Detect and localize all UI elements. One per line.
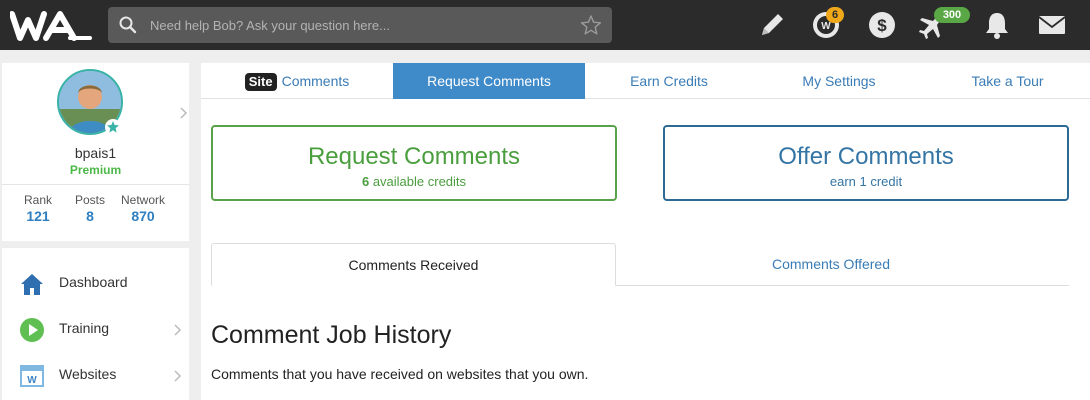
tab-label: Comments — [281, 73, 350, 89]
tab-comments-offered[interactable]: Comments Offered — [616, 243, 1046, 286]
page-title: Comment Job History — [211, 321, 452, 349]
star-icon[interactable] — [580, 14, 602, 36]
tab-earn-credits[interactable]: Earn Credits — [585, 63, 753, 99]
stat-label: Network — [120, 193, 165, 207]
stat-value: 121 — [26, 208, 50, 224]
chevron-right-icon — [174, 324, 182, 336]
stat-label: Posts — [74, 193, 105, 207]
site-comments-tabs: Site Comments Request Comments Earn Credi… — [201, 63, 1090, 99]
tab-site-comments[interactable]: Site Comments — [201, 63, 393, 99]
online-star-icon — [105, 119, 121, 135]
credits-count: 6 — [361, 174, 370, 189]
stat-label: Rank — [23, 193, 52, 207]
stat-rank[interactable]: Rank 121 — [9, 193, 67, 224]
stat-posts[interactable]: Posts 8 — [61, 193, 119, 224]
sidebar-item-label: Training — [59, 320, 110, 336]
sidebar-item-label: Dashboard — [59, 274, 128, 290]
tab-take-a-tour[interactable]: Take a Tour — [925, 63, 1090, 99]
wa-points-badge: 6 — [826, 7, 844, 23]
top-bar: W 6 $ 300 — [0, 0, 1090, 50]
request-comments-button[interactable]: Request Comments 6 available credits — [211, 125, 617, 201]
stat-network[interactable]: Network 870 — [114, 193, 172, 224]
play-icon — [20, 318, 44, 342]
sidebar-nav: Dashboard Training W Websites — [2, 248, 189, 400]
page-description: Comments that you have received on websi… — [211, 366, 589, 382]
home-icon — [21, 274, 43, 295]
divider — [2, 184, 189, 185]
pencil-icon[interactable] — [756, 9, 788, 41]
search-bar[interactable] — [108, 7, 612, 43]
website-icon: W — [20, 365, 44, 387]
svg-text:$: $ — [877, 16, 887, 35]
card-title: Offer Comments — [778, 143, 954, 170]
flight-badge: 300 — [934, 7, 970, 23]
sidebar-item-websites[interactable]: W Websites — [2, 353, 189, 399]
sidebar-item-training[interactable]: Training — [2, 307, 189, 353]
chevron-right-icon[interactable] — [178, 107, 188, 119]
offer-comments-button[interactable]: Offer Comments earn 1 credit — [663, 125, 1069, 201]
wa-logo[interactable] — [10, 8, 92, 44]
chevron-right-icon — [174, 370, 182, 382]
search-input[interactable] — [150, 14, 570, 36]
search-icon — [119, 16, 137, 34]
sidebar-item-label: Websites — [59, 366, 117, 382]
bell-icon[interactable] — [981, 9, 1013, 41]
credits-suffix: available credits — [372, 174, 467, 189]
mail-icon[interactable] — [1036, 9, 1068, 41]
available-credits-text: 6 available credits — [213, 174, 615, 189]
main-panel: Site Comments Request Comments Earn Credi… — [201, 63, 1090, 400]
dollar-icon[interactable]: $ — [866, 9, 898, 41]
membership-level: Premium — [69, 163, 122, 177]
card-subtitle: earn 1 credit — [829, 174, 903, 189]
sidebar-item-dashboard[interactable]: Dashboard — [2, 261, 189, 307]
comment-subtabs: Comments Received Comments Offered — [211, 243, 1069, 287]
card-title: Request Comments — [307, 143, 521, 170]
svg-text:W: W — [27, 375, 37, 386]
stat-value: 8 — [86, 208, 94, 224]
site-badge: Site — [244, 73, 277, 92]
stat-value: 870 — [131, 208, 155, 224]
tab-request-comments[interactable]: Request Comments — [393, 63, 585, 99]
tab-my-settings[interactable]: My Settings — [753, 63, 925, 99]
svg-text:W: W — [821, 21, 831, 32]
profile-card: bpais1 Premium Rank 121 Posts 8 Network … — [2, 63, 189, 241]
username[interactable]: bpais1 — [2, 145, 189, 161]
tab-comments-received[interactable]: Comments Received — [211, 243, 616, 286]
